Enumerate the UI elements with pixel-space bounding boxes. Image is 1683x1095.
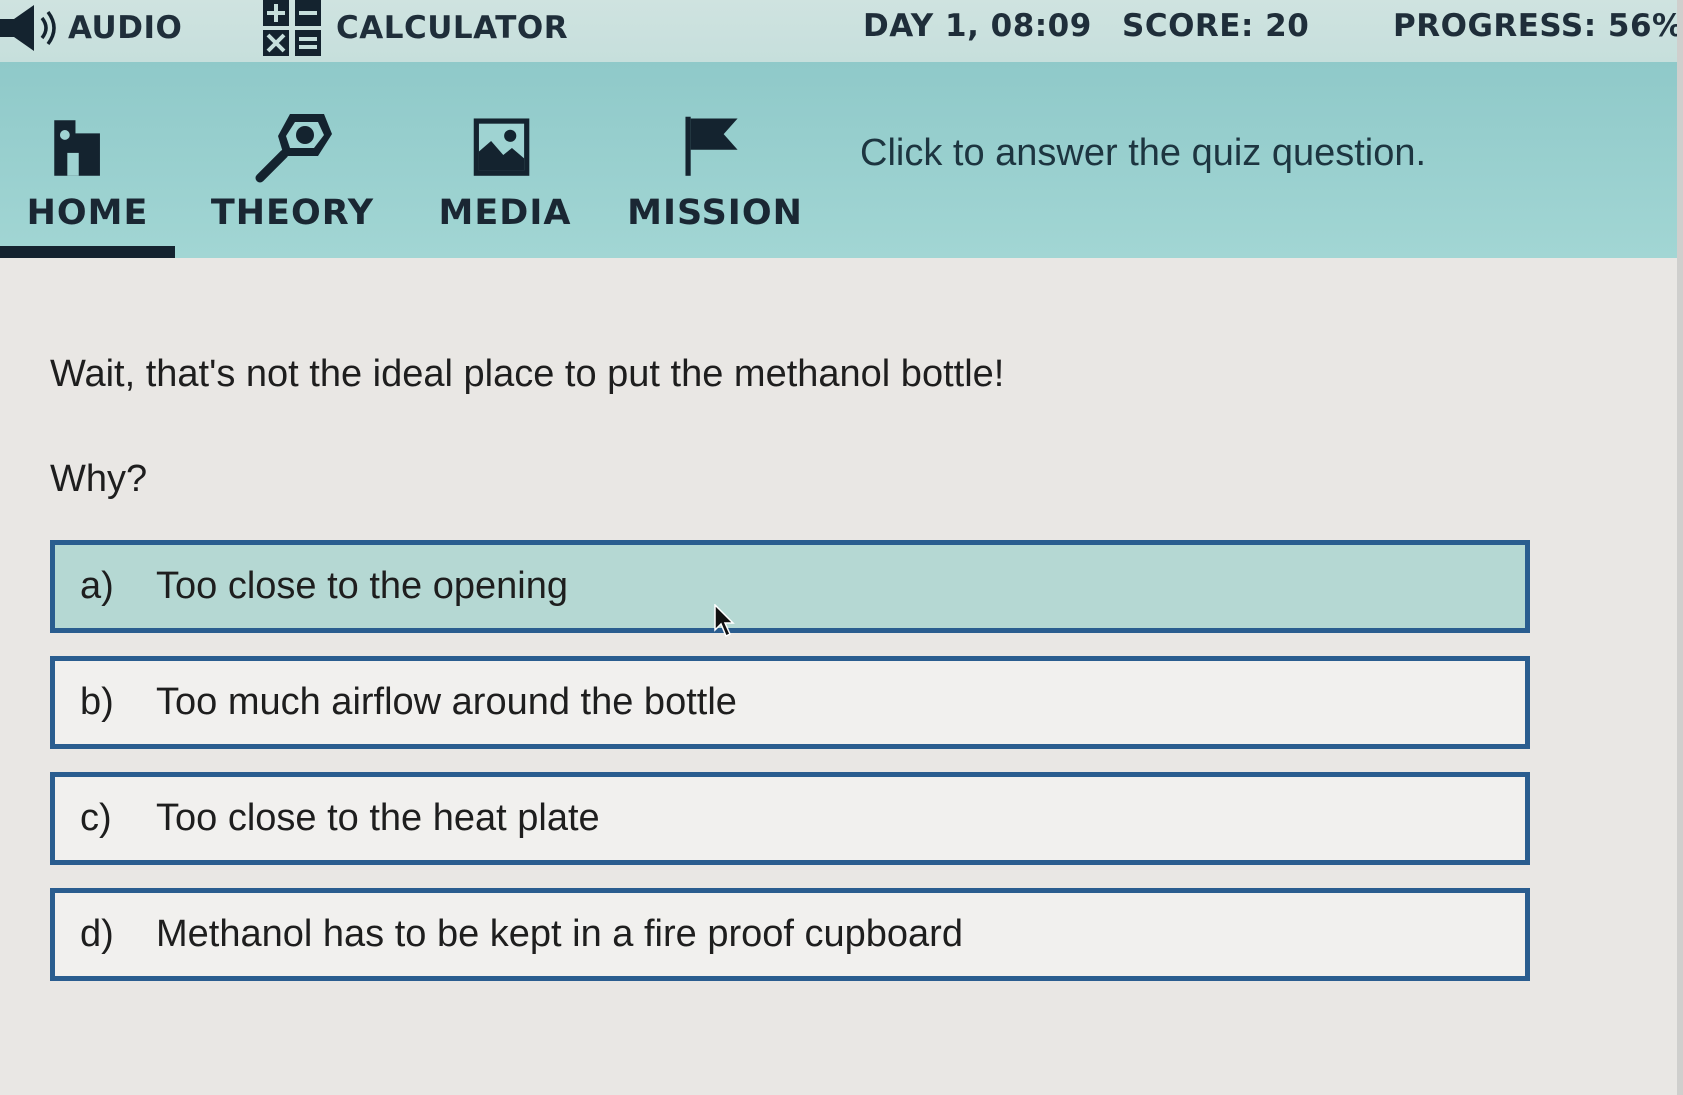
- main-navigation: HOME THEORY MEDIA MISSION Click to answe…: [0, 62, 1683, 258]
- nav-item-home[interactable]: HOME: [0, 62, 175, 258]
- answer-text: Too close to the heat plate: [156, 797, 600, 839]
- flag-icon: [685, 116, 738, 176]
- quiz-question: Why?: [50, 458, 148, 500]
- calculator-label: CALCULATOR: [336, 10, 569, 46]
- active-tab-indicator: [0, 246, 175, 258]
- speaker-icon: [0, 5, 56, 51]
- answer-option-d[interactable]: d) Methanol has to be kept in a fire pro…: [50, 888, 1530, 981]
- answer-option-c[interactable]: c) Too close to the heat plate: [50, 772, 1530, 865]
- nav-item-media[interactable]: MEDIA: [420, 62, 590, 258]
- nav-item-mission[interactable]: MISSION: [620, 62, 810, 258]
- image-icon: [473, 118, 530, 176]
- magnifier-icon: [255, 114, 332, 183]
- answer-option-b[interactable]: b) Too much airflow around the bottle: [50, 656, 1530, 749]
- answer-letter: c): [80, 797, 112, 839]
- nav-label-media: MEDIA: [438, 193, 572, 233]
- nav-label-home: HOME: [26, 193, 149, 233]
- calculator-button[interactable]: CALCULATOR: [262, 0, 568, 56]
- quiz-prompt: Wait, that's not the ideal place to put …: [50, 353, 1005, 395]
- nav-label-mission: MISSION: [627, 193, 803, 233]
- answer-text: Too close to the opening: [156, 565, 568, 607]
- mouse-cursor-icon: [714, 604, 735, 638]
- nav-item-theory[interactable]: THEORY: [205, 62, 380, 258]
- score-display: SCORE: 20: [1122, 8, 1310, 44]
- status-bar: AUDIO CALCULATOR DAY 1, 08:09 SCORE: 20 …: [0, 0, 1683, 62]
- audio-button[interactable]: AUDIO: [0, 0, 182, 56]
- answer-text: Methanol has to be kept in a fire proof …: [156, 913, 963, 955]
- progress-display: PROGRESS: 56%: [1393, 8, 1683, 44]
- answer-letter: b): [80, 681, 114, 723]
- audio-label: AUDIO: [68, 10, 183, 46]
- calculator-icon: [263, 0, 321, 56]
- answer-letter: d): [80, 913, 114, 955]
- screen-edge: [1677, 0, 1683, 1095]
- quiz-screen: AUDIO CALCULATOR DAY 1, 08:09 SCORE: 20 …: [0, 0, 1683, 1095]
- home-icon: [54, 120, 100, 176]
- quiz-content: Wait, that's not the ideal place to put …: [0, 258, 1683, 1095]
- answer-text: Too much airflow around the bottle: [156, 681, 737, 723]
- answer-option-a[interactable]: a) Too close to the opening: [50, 540, 1530, 633]
- nav-hint-text: Click to answer the quiz question.: [860, 132, 1427, 174]
- nav-label-theory: THEORY: [210, 193, 375, 233]
- answer-letter: a): [80, 565, 114, 607]
- day-time-display: DAY 1, 08:09: [863, 8, 1092, 44]
